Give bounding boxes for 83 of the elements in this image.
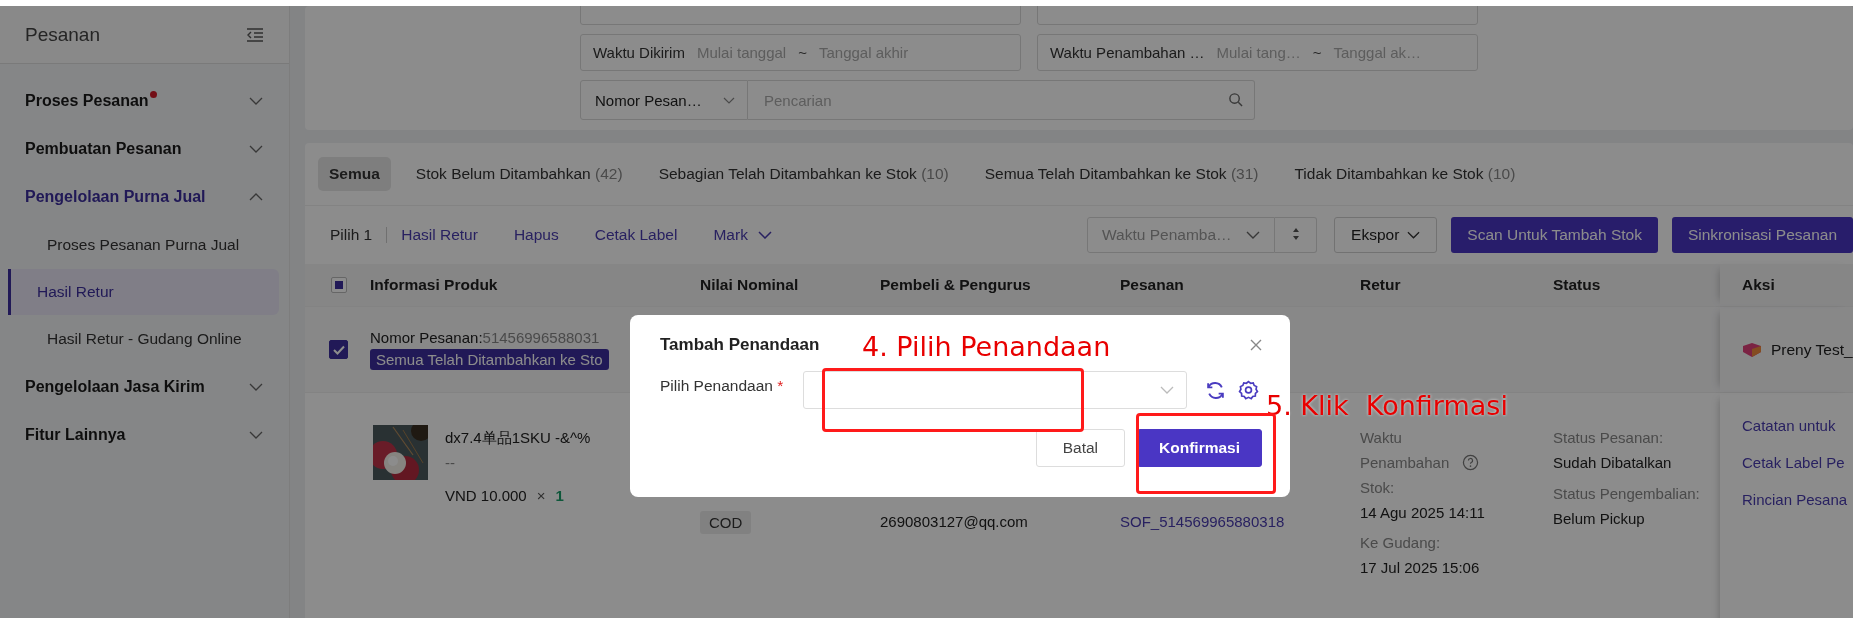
check-icon (332, 344, 345, 355)
menu-group[interactable]: Pengelolaan Purna Jual (0, 173, 289, 221)
column-header: Nilai Nominal (700, 276, 799, 294)
shop-icon (1742, 341, 1762, 358)
tab[interactable]: Stok Belum Ditambahkan (42) (404, 157, 634, 191)
column-header: Status (1553, 276, 1601, 294)
tab[interactable]: Tidak Ditambahkan ke Stok (10) (1283, 157, 1527, 191)
sort-arrows-icon (1291, 226, 1300, 241)
primary-button[interactable]: Sinkronisasi Pesanan (1671, 217, 1853, 253)
search-type-select[interactable]: Nomor Pesan… (580, 80, 748, 120)
export-button[interactable]: Ekspor (1334, 217, 1438, 253)
chevron-icon (757, 231, 772, 239)
product-price: VND 10.000 (445, 486, 527, 506)
annotation-text: 4. Pilih Penandaan (862, 333, 1111, 360)
column-header: Pesanan (1120, 276, 1184, 294)
select-all-checkbox[interactable] (330, 277, 347, 293)
action-link[interactable]: Catatan untuk (1742, 413, 1853, 438)
column-header: Pembeli & Pengurus (880, 276, 1031, 294)
menu-group[interactable]: Pengelolaan Jasa Kirim (0, 363, 289, 411)
menu-group-label: Pengelolaan Purna Jual (25, 188, 206, 206)
menu-group[interactable]: Pembuatan Pesanan (0, 125, 289, 173)
field-label: Pilih Penandaan * (660, 376, 785, 395)
menu-group-label: Proses Pesanan (25, 92, 149, 110)
tracking-link[interactable]: SOF_514569965880318 (1120, 513, 1285, 530)
menu-item[interactable]: Hasil Retur (8, 269, 279, 315)
collapse-menu-icon[interactable] (246, 27, 264, 42)
chevron-icon (1246, 231, 1261, 239)
date-value: 17 Jul 2025 15:06 (1360, 558, 1481, 578)
product-name: dx7.4单品1SKU -&^% (445, 428, 591, 448)
sidebar-title: Pesanan (25, 23, 100, 46)
menu-group[interactable]: Proses Pesanan (0, 77, 289, 125)
column-header: Aksi (1742, 276, 1775, 294)
settings-icon[interactable] (1238, 379, 1259, 401)
close-icon[interactable] (1250, 339, 1262, 351)
confirm-button[interactable]: Konfirmasi (1137, 429, 1262, 467)
status-tag: Semua Telah Ditambahkan ke Sto (370, 349, 609, 370)
menu-item[interactable]: Hasil Retur - Gudang Online (10, 316, 279, 362)
order-number: Nomor Pesanan:51456996588031 (370, 329, 600, 346)
field-label: Status Pengembalian: (1553, 484, 1701, 504)
field-label: Status Pesanan: (1553, 428, 1665, 448)
tab[interactable]: Sebagian Telah Ditambahkan ke Stok (10) (647, 157, 960, 191)
menu-group-label: Fitur Lainnya (25, 426, 126, 444)
action-link[interactable]: Cetak Label (594, 226, 678, 244)
action-link[interactable]: Hapus (513, 226, 559, 244)
tab[interactable]: Semua (318, 157, 391, 191)
column-header: Retur (1360, 276, 1401, 294)
chevron-icon (249, 431, 263, 439)
menu-group[interactable]: Fitur Lainnya (0, 411, 289, 459)
cancel-button[interactable]: Batal (1035, 429, 1126, 467)
multiply-sign: × (536, 486, 546, 506)
field-label: Ke Gudang: (1360, 533, 1442, 553)
payment-badge: COD (700, 511, 752, 534)
tab[interactable]: Semua Telah Ditambahkan ke Stok (31) (973, 157, 1270, 191)
chevron-icon (249, 97, 263, 105)
dialog-title: Tambah Penandaan (660, 335, 820, 355)
help-icon[interactable] (1462, 454, 1479, 471)
menu-item[interactable]: Proses Pesanan Purna Jual (10, 222, 279, 268)
search-icon[interactable] (1228, 92, 1243, 107)
chevron-icon (1160, 386, 1174, 394)
selection-count: Pilih 1 (330, 226, 373, 244)
chevron-icon (249, 383, 263, 391)
action-link[interactable]: Cetak Label Pe (1742, 450, 1853, 475)
refresh-icon[interactable] (1205, 379, 1226, 401)
chevron-icon (1407, 231, 1421, 239)
status-value: Sudah Dibatalkan (1553, 453, 1673, 473)
action-link[interactable]: Hasil Retur (401, 226, 478, 244)
menu-group-label: Pengelolaan Jasa Kirim (25, 378, 205, 396)
column-header: Informasi Produk (370, 276, 498, 294)
chevron-icon (249, 145, 263, 153)
row-checkbox[interactable] (329, 340, 348, 359)
product-variant: -- (445, 453, 456, 473)
shop-name: Preny Test_ (1771, 340, 1853, 359)
date-value: 14 Agu 2025 14:11 (1360, 503, 1486, 523)
mark-dropdown[interactable]: Mark (713, 226, 772, 244)
primary-button[interactable]: Scan Untuk Tambah Stok (1451, 217, 1658, 253)
buyer-email: 2690803127@qq.com (880, 512, 1029, 532)
field-label: Waktu Penambahan Stok: (1360, 428, 1451, 498)
menu-group-label: Pembuatan Pesanan (25, 140, 182, 158)
quantity: 1 (555, 486, 564, 506)
chevron-icon (723, 96, 735, 104)
action-link[interactable]: Rincian Pesana (1742, 487, 1853, 512)
chevron-icon (249, 193, 263, 201)
status-value: Belum Pickup (1553, 509, 1646, 529)
